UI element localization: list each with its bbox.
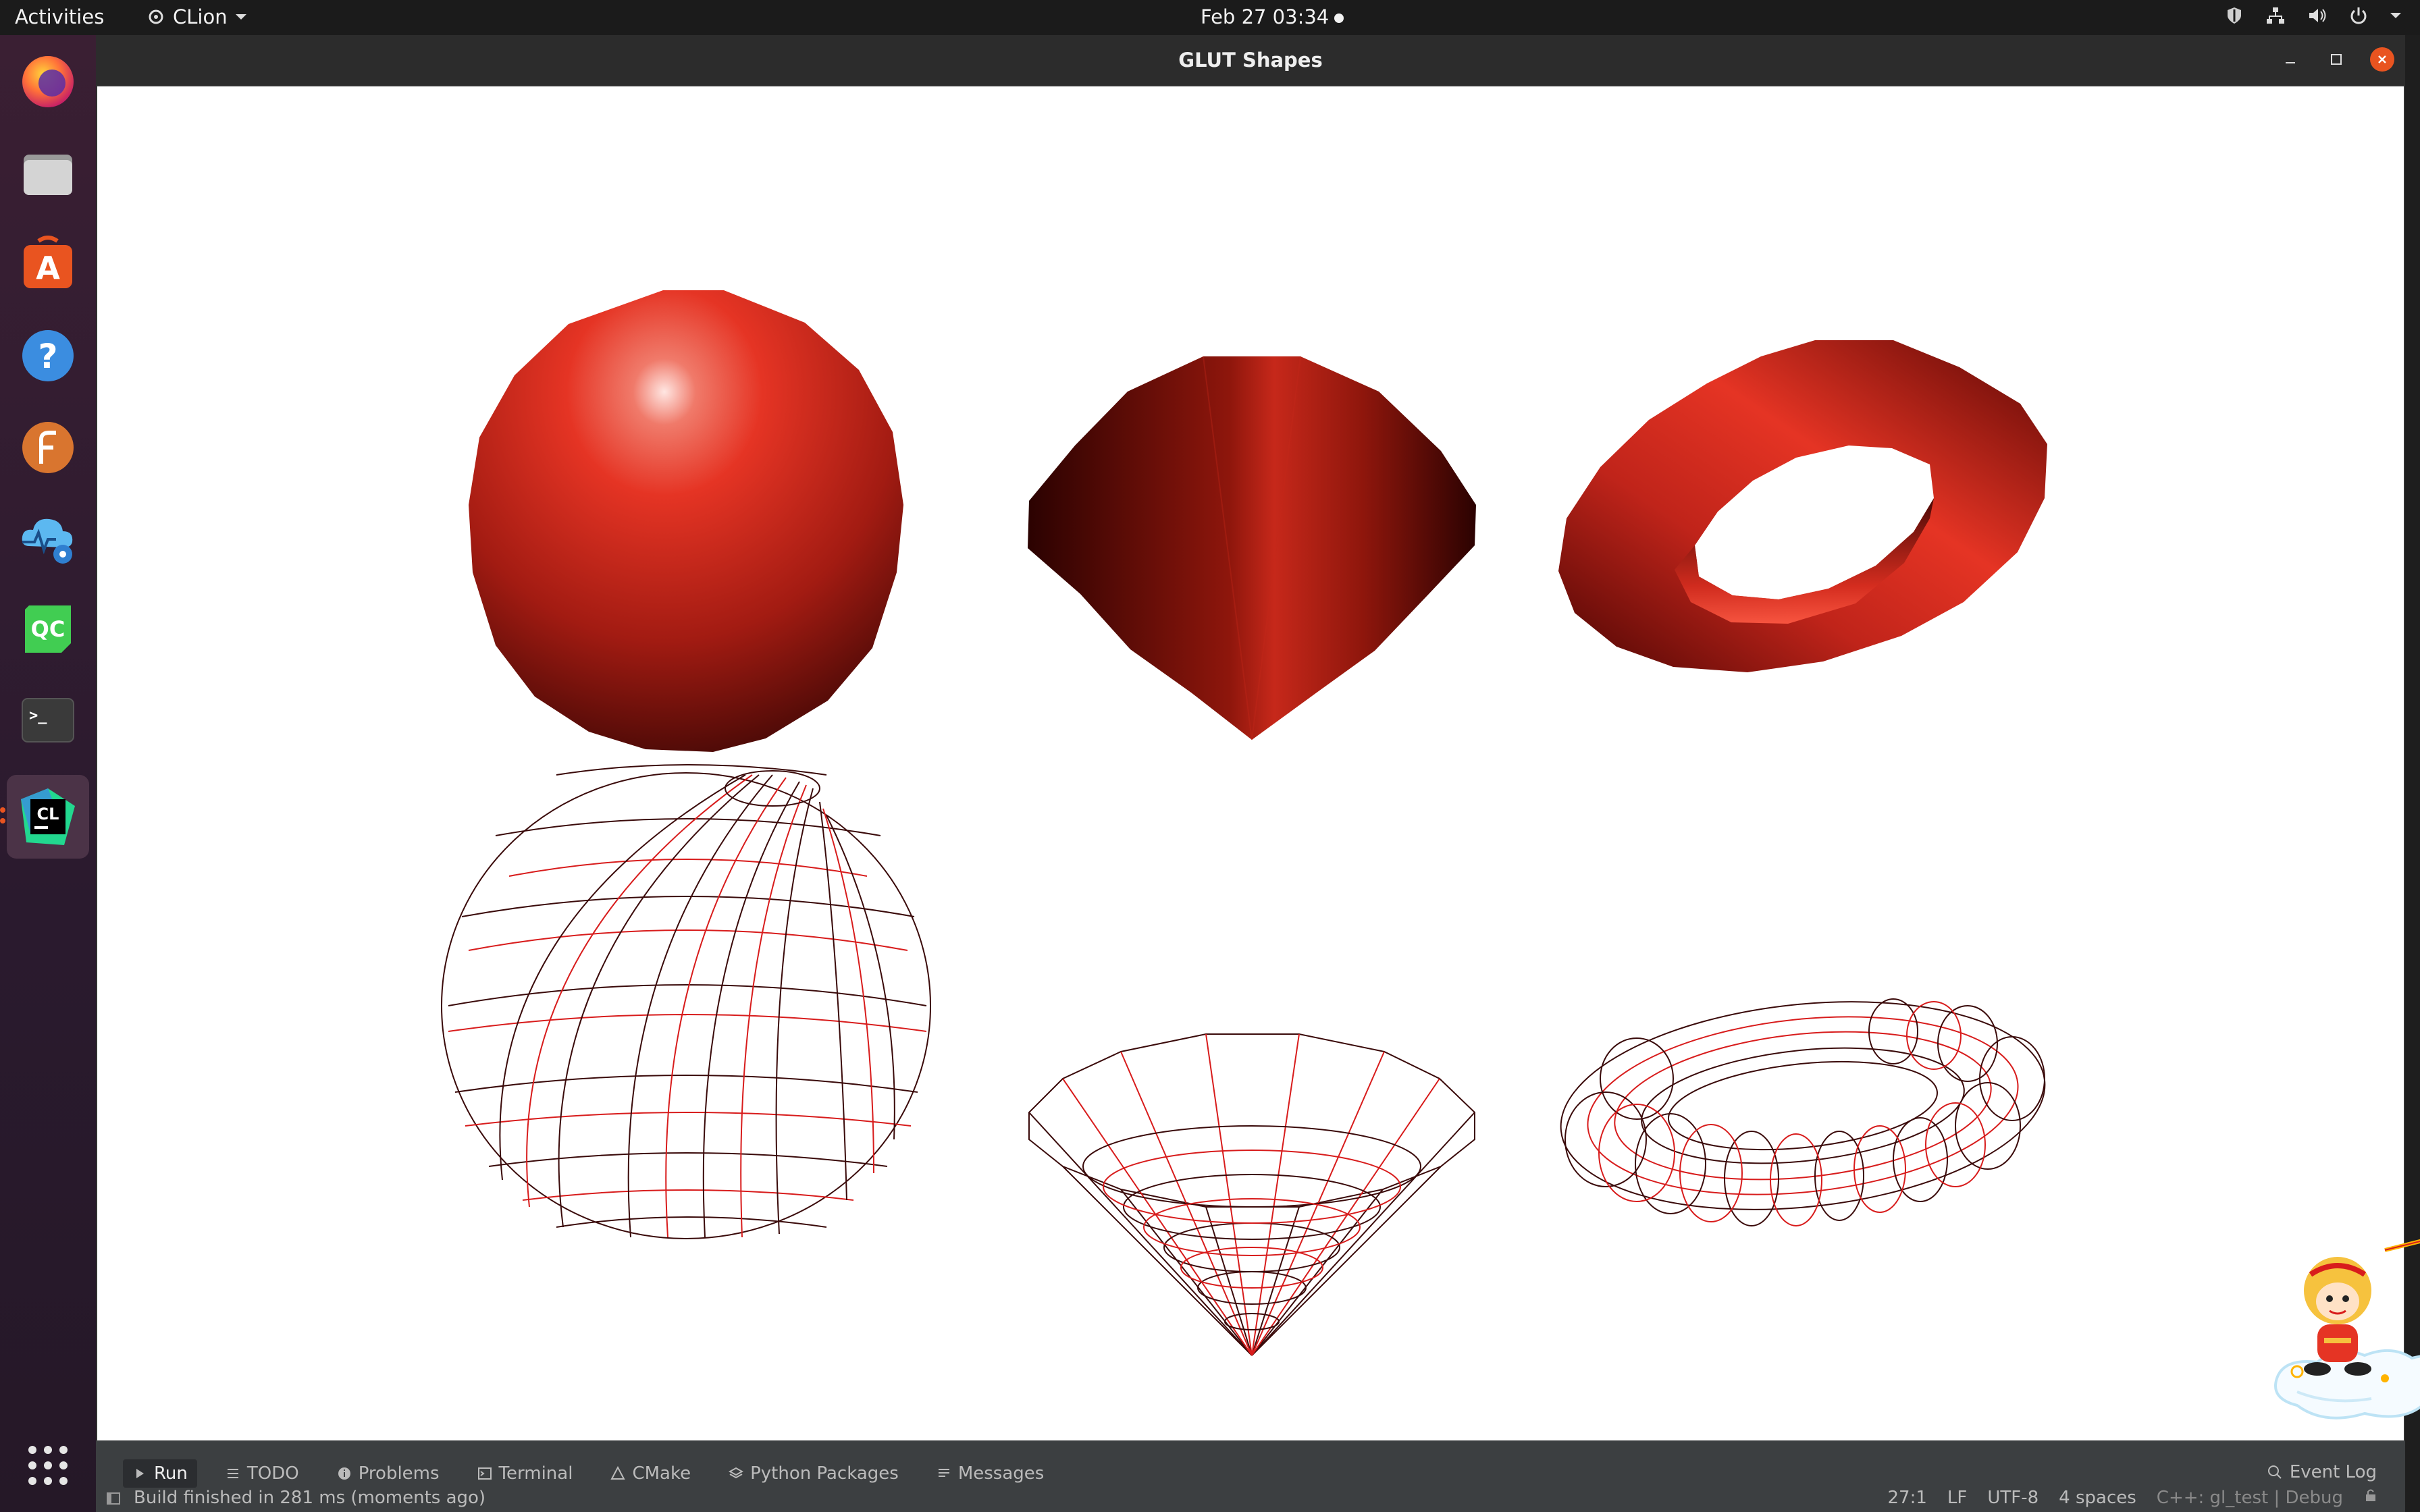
clion-icon: CL xyxy=(21,788,75,845)
shield-icon[interactable] xyxy=(2224,5,2244,26)
app-name: CLion xyxy=(173,5,228,28)
show-apps-button[interactable] xyxy=(15,1432,81,1498)
clock[interactable]: Feb 27 03:34 xyxy=(1201,5,1329,28)
window-title: GLUT Shapes xyxy=(1178,49,1323,72)
tab-todo-label: TODO xyxy=(246,1463,299,1484)
volume-icon[interactable] xyxy=(2307,5,2328,26)
apps-grid-icon xyxy=(28,1446,68,1485)
maximize-icon xyxy=(2331,54,2342,65)
close-icon xyxy=(2378,55,2386,63)
glut-scene xyxy=(441,290,2047,1356)
dock: A ? QC >_ CL xyxy=(0,35,96,1512)
monkey-mascot-sticker[interactable] xyxy=(2270,1237,2420,1435)
solid-torus xyxy=(1558,340,2047,672)
panel-toggle-icon[interactable] xyxy=(105,1490,122,1507)
tab-terminal-label: Terminal xyxy=(498,1463,573,1484)
tab-todo[interactable]: TODO xyxy=(216,1459,309,1488)
window-titlebar[interactable]: GLUT Shapes xyxy=(96,35,2405,85)
help-icon: ? xyxy=(22,330,74,381)
tool-window-tabs: Run TODO Problems Terminal CMake Python … xyxy=(123,1459,1053,1488)
terminal-small-icon xyxy=(477,1467,492,1480)
network-icon[interactable] xyxy=(2265,5,2286,26)
info-icon xyxy=(338,1467,350,1480)
notification-dot-icon xyxy=(1334,14,1344,23)
opengl-canvas[interactable] xyxy=(97,86,2404,1440)
line-ending[interactable]: LF xyxy=(1947,1488,1967,1508)
event-log-label: Event Log xyxy=(2289,1462,2377,1482)
run-icon xyxy=(136,1469,144,1478)
cmake-icon xyxy=(610,1466,626,1480)
wire-sphere xyxy=(441,764,931,1239)
dock-clion[interactable]: CL xyxy=(7,775,89,859)
dock-cloud-monitor[interactable] xyxy=(15,505,81,571)
tab-python-packages[interactable]: Python Packages xyxy=(719,1459,908,1488)
dock-qt-creator[interactable]: QC xyxy=(15,595,81,662)
tab-run[interactable]: Run xyxy=(123,1459,197,1488)
power-icon[interactable] xyxy=(2348,5,2369,26)
status-bar: Build finished in 281 ms (moments ago) 2… xyxy=(96,1486,2405,1512)
qt-creator-icon: QC xyxy=(25,605,71,653)
dock-app-store[interactable]: A xyxy=(15,231,81,297)
maximize-button[interactable] xyxy=(2324,47,2348,72)
ide-bottom-bar: Run TODO Problems Terminal CMake Python … xyxy=(96,1440,2405,1512)
tab-messages-label: Messages xyxy=(957,1463,1045,1484)
dock-files[interactable] xyxy=(15,140,81,207)
dock-firefox[interactable] xyxy=(15,49,81,115)
svg-text:>_: >_ xyxy=(29,707,47,724)
running-indicator xyxy=(0,818,5,824)
tab-terminal[interactable]: Terminal xyxy=(468,1459,583,1488)
cloud-monitor-icon xyxy=(22,518,73,564)
svg-text:A: A xyxy=(36,250,60,286)
firefox-icon xyxy=(22,56,74,107)
running-indicator xyxy=(0,807,5,813)
status-right: 27:1 LF UTF-8 4 spaces C++: gl_test | De… xyxy=(1888,1488,2378,1508)
activities-button[interactable]: Activities xyxy=(15,5,104,28)
lock-icon[interactable] xyxy=(2363,1488,2378,1503)
terminal-icon: >_ xyxy=(22,698,74,742)
system-tray[interactable] xyxy=(2224,5,2402,26)
tab-problems[interactable]: Problems xyxy=(327,1459,449,1488)
wire-cone xyxy=(1028,1033,1475,1356)
solid-sphere xyxy=(469,290,903,752)
wire-torus xyxy=(1560,998,2046,1226)
app-menu[interactable]: CLion xyxy=(146,5,248,28)
caret-position[interactable]: 27:1 xyxy=(1888,1488,1927,1508)
status-message[interactable]: Build finished in 281 ms (moments ago) xyxy=(134,1488,485,1508)
minimize-icon xyxy=(2286,62,2295,63)
app-gear-icon xyxy=(149,9,163,24)
file-encoding[interactable]: UTF-8 xyxy=(1987,1488,2038,1508)
svg-text:CL: CL xyxy=(37,805,59,824)
monkey-on-cloud-icon xyxy=(2274,1239,2420,1420)
dock-help[interactable]: ? xyxy=(15,323,81,389)
chevron-down-icon[interactable] xyxy=(2389,11,2402,20)
todo-list-icon xyxy=(227,1469,238,1478)
close-button[interactable] xyxy=(2370,47,2394,72)
layers-icon xyxy=(729,1467,744,1479)
dock-fontforge[interactable] xyxy=(15,414,81,481)
minimize-button[interactable] xyxy=(2278,47,2303,72)
tab-problems-label: Problems xyxy=(358,1463,440,1484)
event-log-button[interactable]: Event Log xyxy=(2267,1462,2377,1482)
glut-window: GLUT Shapes Run TODO Problems Terminal C… xyxy=(96,35,2420,1512)
indent-setting[interactable]: 4 spaces xyxy=(2059,1488,2136,1508)
tab-messages[interactable]: Messages xyxy=(927,1459,1054,1488)
chevron-down-icon xyxy=(235,14,246,20)
tab-cmake[interactable]: CMake xyxy=(601,1459,700,1488)
solid-cone xyxy=(1028,356,1476,740)
tab-python-packages-label: Python Packages xyxy=(750,1463,899,1484)
files-icon xyxy=(24,155,72,195)
build-context[interactable]: C++: gl_test | Debug xyxy=(2157,1488,2343,1508)
tab-run-label: Run xyxy=(154,1463,188,1484)
svg-text:QC: QC xyxy=(31,616,65,642)
tab-cmake-label: CMake xyxy=(632,1463,691,1484)
magnifier-icon xyxy=(2267,1465,2282,1479)
svg-text:?: ? xyxy=(38,337,57,376)
app-store-icon: A xyxy=(24,236,72,288)
messages-icon xyxy=(938,1469,949,1477)
top-bar: Activities CLion Feb 27 03:34 xyxy=(0,0,2420,35)
dock-terminal[interactable]: >_ xyxy=(15,687,81,753)
fontforge-icon xyxy=(22,422,74,473)
